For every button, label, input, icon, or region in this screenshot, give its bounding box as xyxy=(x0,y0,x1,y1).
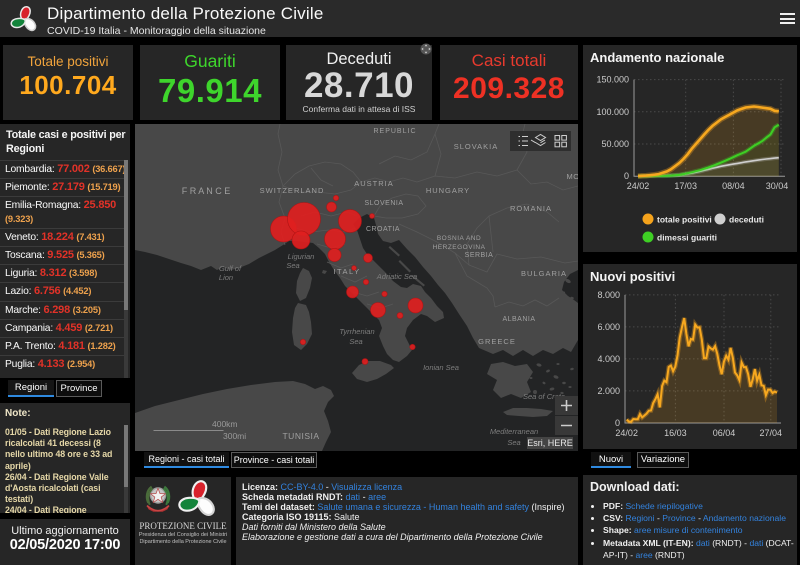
svg-text:Gulf of: Gulf of xyxy=(219,264,242,273)
svg-text:SLOVENIA: SLOVENIA xyxy=(364,200,403,207)
svg-text:totale positivi: totale positivi xyxy=(657,215,712,225)
svg-text:dimessi guariti: dimessi guariti xyxy=(657,233,717,243)
svg-text:CROATIA: CROATIA xyxy=(366,226,400,233)
svg-text:4.000: 4.000 xyxy=(597,354,620,364)
svg-text:Esri, HERE: Esri, HERE xyxy=(527,438,573,448)
svg-text:08/04: 08/04 xyxy=(722,181,745,191)
svg-text:ALBANIA: ALBANIA xyxy=(502,316,535,323)
svg-text:deceduti: deceduti xyxy=(729,215,764,225)
svg-text:AUSTRIA: AUSTRIA xyxy=(354,179,394,188)
svg-text:100.000: 100.000 xyxy=(596,107,629,117)
svg-text:ROMANIA: ROMANIA xyxy=(510,204,552,213)
svg-text:16/03: 16/03 xyxy=(664,428,687,438)
svg-text:2.000: 2.000 xyxy=(597,386,620,396)
svg-text:SLOVAKIA: SLOVAKIA xyxy=(454,142,499,151)
svg-text:300mi: 300mi xyxy=(223,431,246,441)
svg-text:6.000: 6.000 xyxy=(597,322,620,332)
svg-text:F R A N C E: F R A N C E xyxy=(182,186,231,196)
svg-text:MO: MO xyxy=(566,172,578,181)
svg-text:27/04: 27/04 xyxy=(760,428,783,438)
svg-text:HERZEGOVINA: HERZEGOVINA xyxy=(433,244,486,251)
svg-text:Sea: Sea xyxy=(286,261,299,270)
svg-text:REPUBLIC: REPUBLIC xyxy=(373,128,416,135)
svg-text:Mediterranean: Mediterranean xyxy=(490,427,538,436)
svg-text:8.000: 8.000 xyxy=(597,290,620,300)
svg-text:TUNISIA: TUNISIA xyxy=(282,431,319,441)
svg-text:Lion: Lion xyxy=(219,273,233,282)
svg-text:BOSNIA AND: BOSNIA AND xyxy=(437,235,481,242)
svg-text:Sea: Sea xyxy=(507,438,520,447)
svg-text:HUNGARY: HUNGARY xyxy=(426,186,470,195)
svg-text:17/03: 17/03 xyxy=(674,181,697,191)
svg-text:BULGARIA: BULGARIA xyxy=(521,269,567,278)
svg-text:400km: 400km xyxy=(212,419,238,429)
svg-text:Ionian Sea: Ionian Sea xyxy=(423,363,459,372)
svg-text:SWITZERLAND: SWITZERLAND xyxy=(260,186,325,195)
svg-text:Tyrrhenian: Tyrrhenian xyxy=(339,327,374,336)
svg-text:24/02: 24/02 xyxy=(627,181,650,191)
svg-text:24/02: 24/02 xyxy=(615,428,638,438)
svg-text:0: 0 xyxy=(615,418,620,428)
svg-text:Ligurian: Ligurian xyxy=(288,252,315,261)
svg-text:06/04: 06/04 xyxy=(713,428,736,438)
svg-text:GREECE: GREECE xyxy=(478,337,516,346)
svg-text:30/04: 30/04 xyxy=(766,181,789,191)
svg-text:150.000: 150.000 xyxy=(596,75,629,85)
svg-text:Adriatic Sea: Adriatic Sea xyxy=(376,272,417,281)
svg-text:SERBIA: SERBIA xyxy=(465,252,494,259)
svg-text:0: 0 xyxy=(624,171,629,181)
svg-text:50.000: 50.000 xyxy=(601,139,629,149)
svg-text:Sea: Sea xyxy=(349,337,362,346)
